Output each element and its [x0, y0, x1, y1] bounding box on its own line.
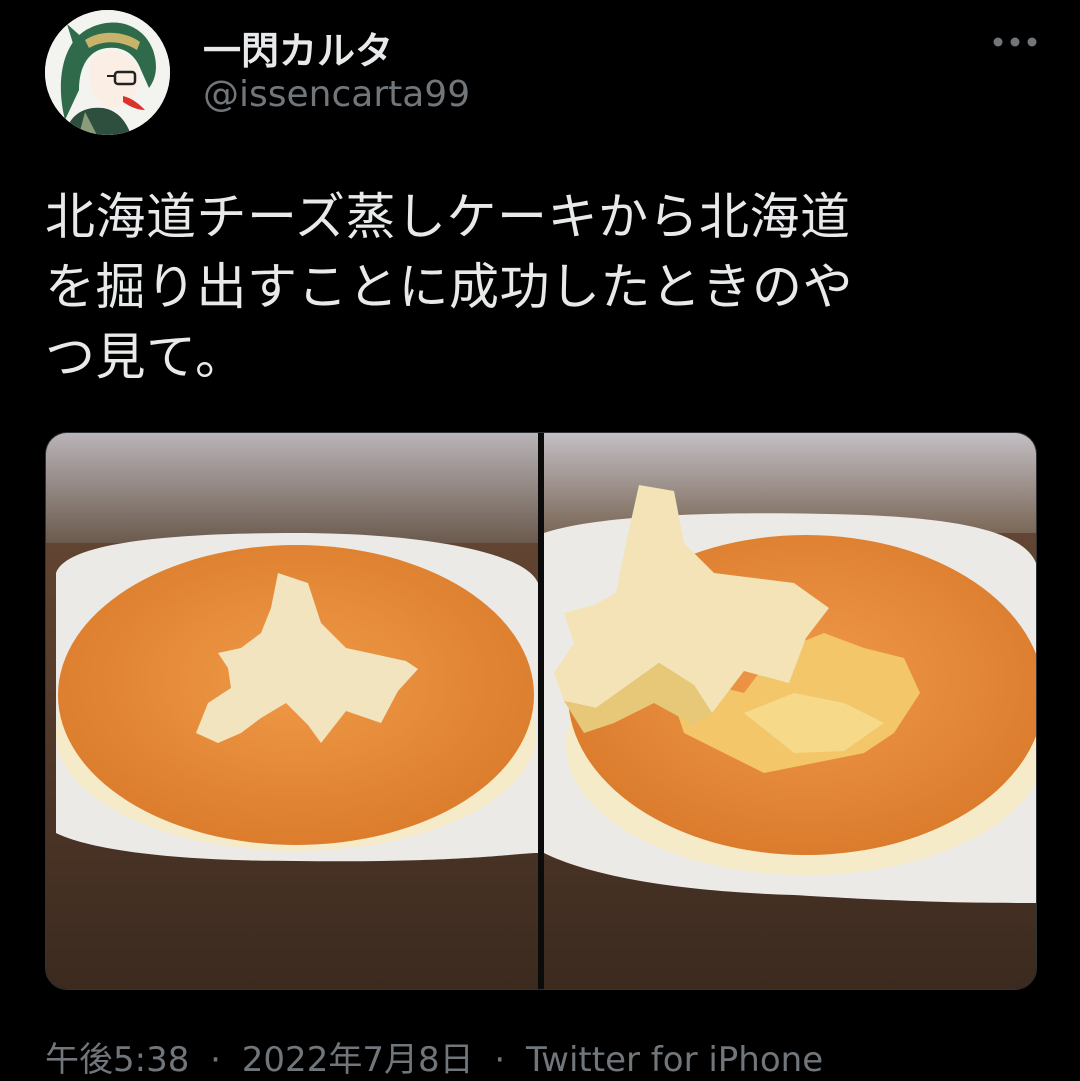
- more-horizontal-icon: [993, 37, 1037, 47]
- tweet-text-line: 北海道チーズ蒸しケーキから北海道: [45, 188, 851, 246]
- tweet-source-link[interactable]: Twitter for iPhone: [526, 1040, 823, 1080]
- display-name[interactable]: 一閃カルタ: [203, 20, 393, 75]
- avatar-illustration: [45, 10, 170, 135]
- avatar[interactable]: [45, 10, 170, 135]
- tweet-date[interactable]: 2022年7月8日: [242, 1040, 474, 1080]
- tweet-meta: 午後5:38 · 2022年7月8日 · Twitter for iPhone: [45, 1032, 823, 1081]
- tweet-time[interactable]: 午後5:38: [45, 1040, 189, 1080]
- meta-separator: ·: [210, 1040, 221, 1080]
- user-handle[interactable]: @issencarta99: [203, 74, 470, 115]
- meta-separator: ·: [494, 1040, 506, 1080]
- photo-right[interactable]: [544, 433, 1036, 989]
- tweet-text-line: つ見て。: [45, 328, 246, 386]
- tweet-text: 北海道チーズ蒸しケーキから北海道 を掘り出すことに成功したときのや つ見て。: [45, 182, 1045, 392]
- cake-whole-image: [46, 433, 538, 989]
- media-grid: [45, 432, 1037, 990]
- more-options-button[interactable]: [985, 22, 1045, 62]
- tweet-text-line: を掘り出すことに成功したときのや: [45, 258, 853, 316]
- photo-left[interactable]: [46, 433, 538, 989]
- cake-dug-image: [544, 433, 1036, 989]
- tweet-container: 一閃カルタ @issencarta99 北海道チーズ蒸しケーキから北海道 を掘り…: [0, 0, 1080, 1080]
